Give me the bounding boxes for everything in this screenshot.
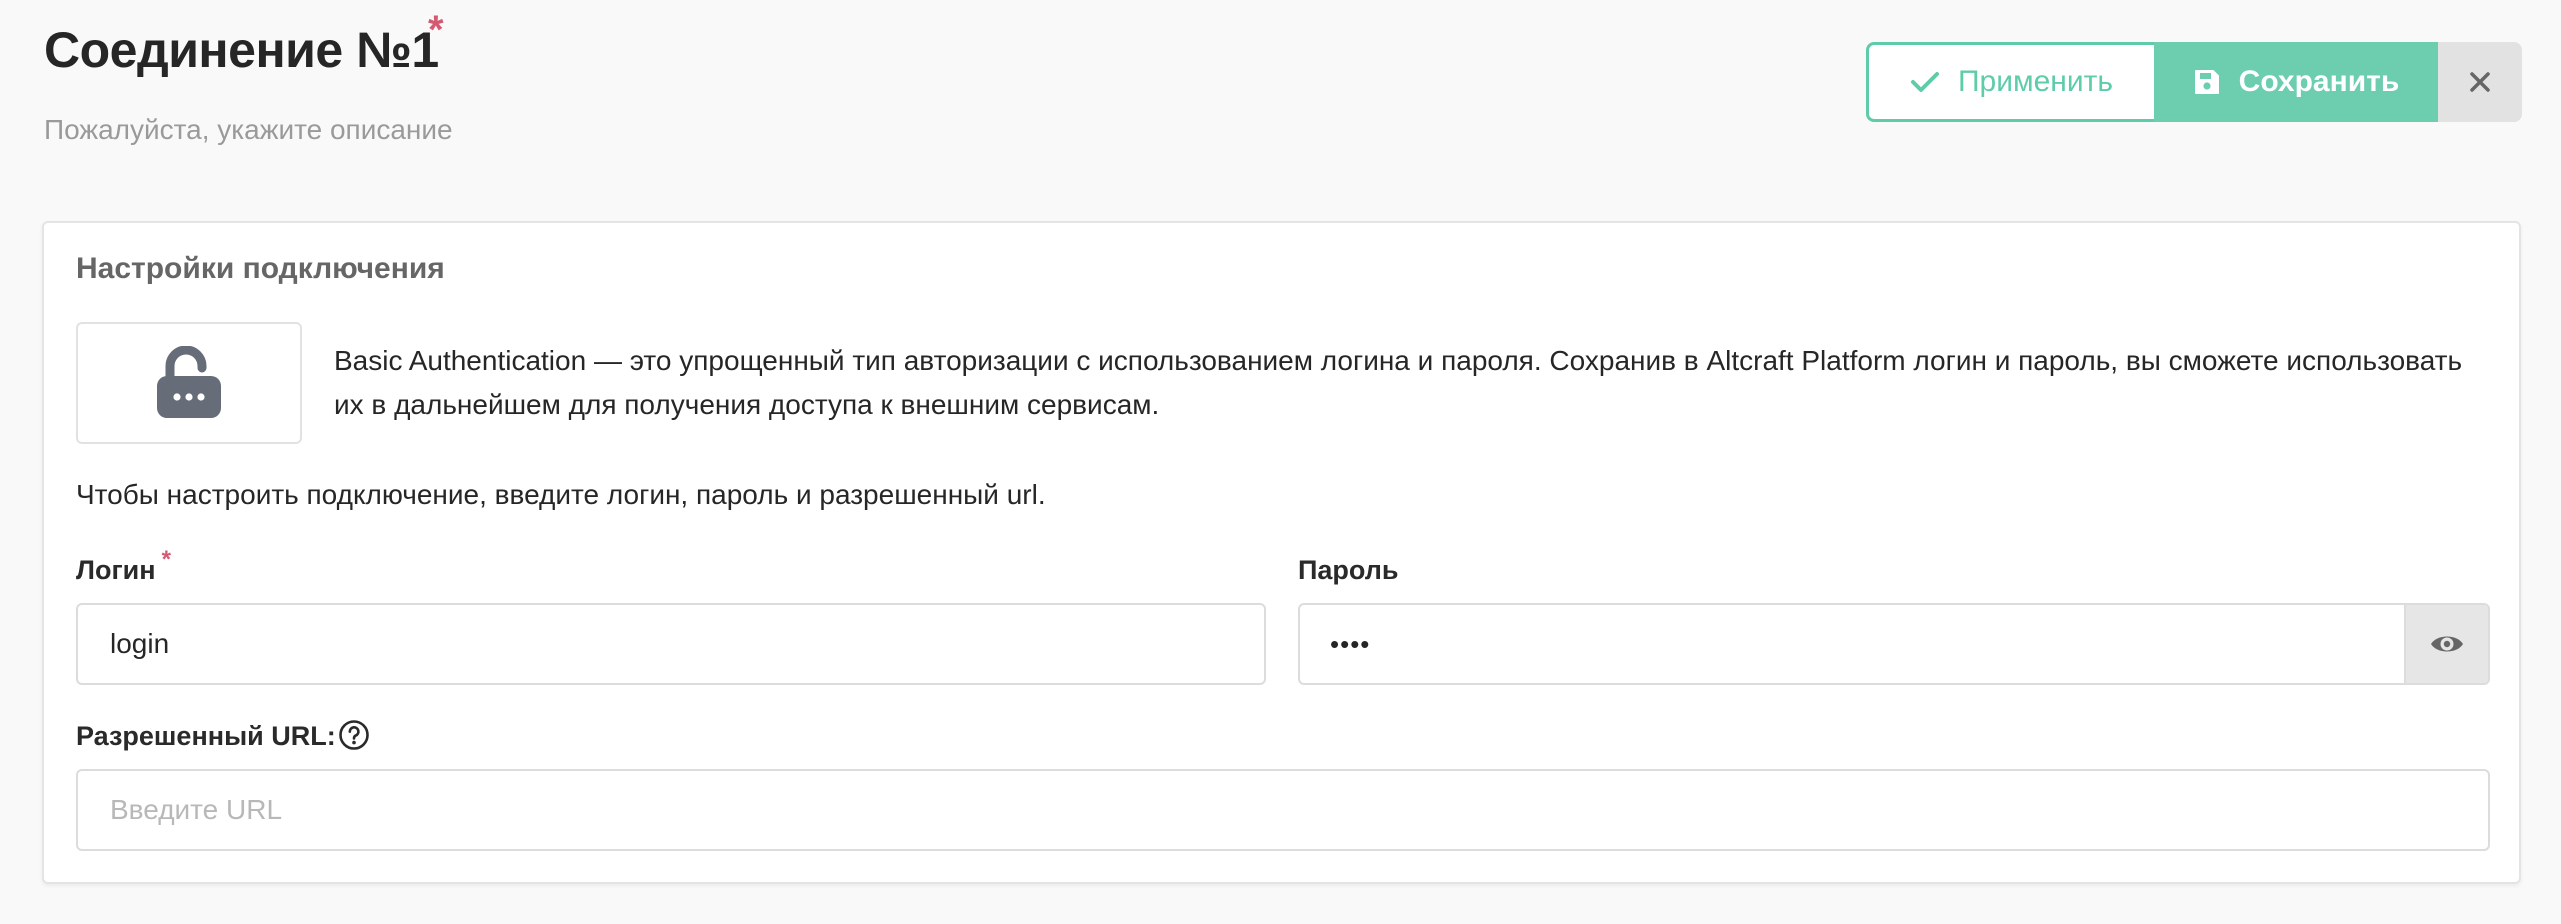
close-button[interactable] [2438, 42, 2522, 122]
card-title: Настройки подключения [76, 252, 445, 285]
login-input[interactable]: login [76, 603, 1266, 685]
url-label: Разрешенный URL: [76, 721, 336, 751]
page-title: Соединение №1 [44, 22, 439, 78]
login-label: Логин * [76, 546, 171, 585]
connection-settings-page: Соединение №1 * Пожалуйста, укажите опис… [0, 0, 2561, 924]
header-actions: Применить Сохранить [1866, 42, 2522, 122]
unlocked-padlock-icon [157, 346, 221, 418]
check-icon [1910, 72, 1939, 92]
question-circle-icon[interactable] [338, 719, 370, 751]
close-icon [2470, 72, 2490, 92]
password-input[interactable]: •••• [1298, 603, 2490, 685]
floppy-disk-icon [2194, 70, 2219, 94]
password-label: Пароль [1298, 555, 1399, 585]
toggle-password-visibility-button[interactable] [2404, 605, 2488, 683]
url-input[interactable]: Введите URL [76, 769, 2490, 851]
eye-icon [2431, 636, 2463, 652]
connection-settings-card: Настройки подключения Basic Authenticati… [42, 221, 2521, 884]
page-description[interactable]: Пожалуйста, укажите описание [44, 112, 453, 148]
apply-button-label: Применить [1957, 65, 2113, 98]
setup-hint: Чтобы настроить подключение, введите лог… [76, 479, 1046, 510]
auth-description: Basic Authentication — это упрощенный ти… [334, 345, 2463, 420]
save-button[interactable]: Сохранить [2154, 42, 2438, 122]
save-button-label: Сохранить [2238, 65, 2400, 98]
required-mark: * [161, 546, 171, 573]
required-mark: * [428, 8, 444, 52]
auth-type-icon-box [76, 322, 302, 444]
apply-button[interactable]: Применить [1866, 42, 2154, 122]
password-value: •••• [1330, 628, 1371, 659]
